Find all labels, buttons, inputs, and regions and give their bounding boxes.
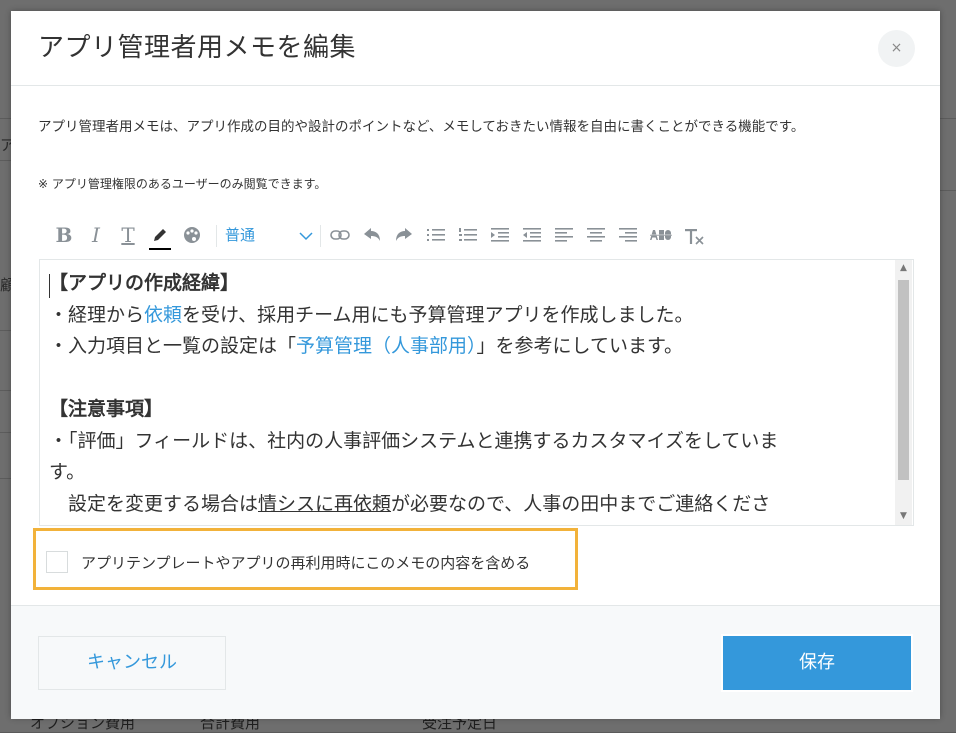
redo-icon[interactable]	[393, 219, 415, 251]
memo-link[interactable]: 依頼	[144, 304, 182, 326]
include-memo-checkbox[interactable]	[46, 551, 68, 573]
memo-text: ・経理から	[49, 303, 145, 326]
chevron-down-icon	[299, 220, 313, 252]
editor-scrollbar[interactable]: ▲ ▼	[895, 260, 912, 525]
bold-icon[interactable]: B	[53, 219, 75, 251]
align-center-icon[interactable]	[585, 219, 607, 251]
background-divider	[940, 190, 956, 191]
scroll-down-arrow-icon[interactable]: ▼	[895, 508, 912, 525]
text-size-icon[interactable]: T	[117, 219, 139, 251]
include-memo-label[interactable]: アプリテンプレートやアプリの再利用時にこのメモの内容を含める	[81, 552, 530, 573]
clear-format-icon[interactable]	[683, 219, 705, 251]
memo-content: 【アプリの作成経緯】 ・経理から依頼を受け、採用チーム用にも予算管理アプリを作成…	[49, 268, 884, 520]
dialog-footer: キャンセル 保存	[11, 605, 940, 719]
memo-text: ・入力項目と一覧の設定は「	[49, 335, 297, 357]
scroll-up-arrow-icon[interactable]: ▲	[895, 260, 912, 277]
close-icon: ×	[890, 40, 903, 56]
dialog-description: アプリ管理者用メモは、アプリ作成の目的や設計のポイントなど、メモしておきたい情報…	[38, 119, 805, 135]
font-size-value: 普通	[225, 226, 256, 244]
link-icon[interactable]	[329, 219, 351, 251]
memo-line: 設定を変更する場合は情シスに再依頼が必要なので、人事の田中までご連絡くださ	[49, 489, 884, 521]
numbered-list-icon[interactable]	[457, 219, 479, 251]
background-divider	[940, 118, 956, 119]
align-left-icon[interactable]	[553, 219, 575, 251]
cancel-button[interactable]: キャンセル	[38, 636, 226, 690]
memo-blank-line	[49, 363, 884, 395]
font-size-select[interactable]: 普通	[225, 219, 315, 251]
toolbar-divider	[216, 225, 217, 247]
memo-edit-dialog: アプリ管理者用メモを編集 × アプリ管理者用メモは、アプリ作成の目的や設計のポイ…	[11, 11, 940, 719]
scrollbar-thumb[interactable]	[898, 280, 909, 480]
indent-icon[interactable]	[489, 219, 511, 251]
memo-line: ・「評価」フィールドは、社内の人事評価システムと連携するカスタマイズをしていま	[49, 429, 779, 452]
memo-text: 設定を変更する場合は	[49, 492, 259, 515]
palette-icon[interactable]	[181, 219, 203, 251]
dialog-title: アプリ管理者用メモを編集	[38, 33, 357, 63]
memo-link[interactable]: 予算管理（人事部用）	[296, 335, 477, 357]
italic-icon[interactable]: I	[85, 219, 107, 251]
editor-toolbar: B I T 普通	[53, 219, 713, 251]
memo-heading: 【アプリの作成経緯】	[49, 272, 240, 294]
save-button[interactable]: 保存	[723, 636, 911, 690]
permission-note: ※ アプリ管理権限のあるユーザーのみ閲覧できます。	[38, 177, 327, 191]
memo-text: が必要なので、人事の田中までご連絡くださ	[391, 492, 771, 515]
close-button[interactable]: ×	[878, 30, 915, 67]
undo-icon[interactable]	[361, 219, 383, 251]
memo-line: す。	[49, 461, 86, 483]
outdent-icon[interactable]	[521, 219, 543, 251]
memo-line: ・経理から依頼を受け、採用チーム用にも予算管理アプリを作成しました。	[49, 300, 884, 332]
memo-text: を受け、採用チーム用にも予算管理アプリを作成しました。	[182, 303, 694, 326]
bulleted-list-icon[interactable]	[425, 219, 447, 251]
dialog-header: アプリ管理者用メモを編集 ×	[11, 11, 940, 86]
font-color-indicator	[149, 248, 171, 250]
pencil-icon[interactable]	[149, 219, 171, 251]
toolbar-divider	[320, 225, 321, 247]
memo-underlined-text: 情シスに再依頼	[258, 492, 392, 515]
memo-line: ・入力項目と一覧の設定は「予算管理（人事部用）」を参考にしています。	[49, 331, 884, 363]
strikethrough-icon[interactable]	[649, 219, 673, 251]
align-right-icon[interactable]	[617, 219, 639, 251]
memo-heading: 【注意事項】	[49, 398, 164, 420]
memo-text: 」を参考にしています。	[476, 335, 684, 357]
memo-editor[interactable]: 【アプリの作成経緯】 ・経理から依頼を受け、採用チーム用にも予算管理アプリを作成…	[39, 259, 914, 526]
